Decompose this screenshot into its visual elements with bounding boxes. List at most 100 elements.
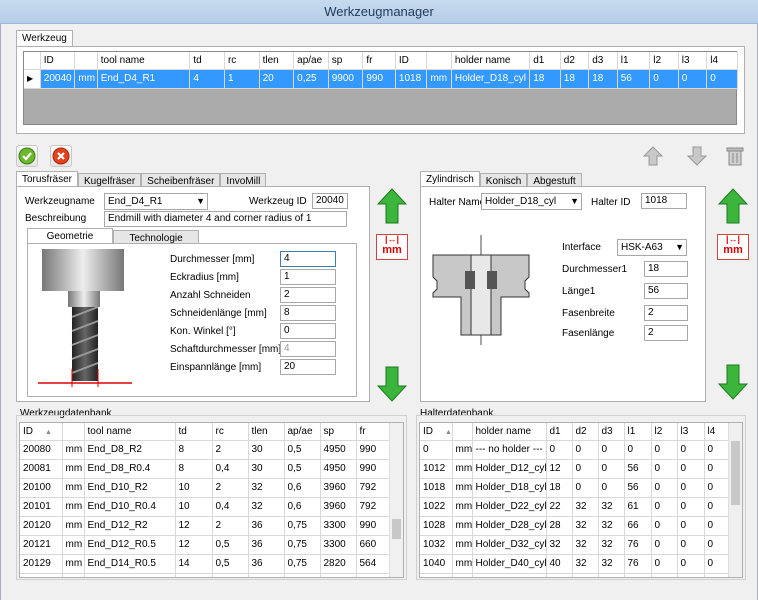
holder-db-col-header[interactable]: l4 xyxy=(704,423,731,441)
holder-db-scroll-thumb[interactable] xyxy=(731,441,740,505)
cancel-button[interactable] xyxy=(50,145,72,167)
tool-db-col-header[interactable]: tlen xyxy=(248,423,285,441)
move-down-button[interactable] xyxy=(686,145,708,167)
tool-db-scrollbar[interactable] xyxy=(389,423,403,577)
holder-db-row[interactable]: 1032 mm Holder_D32_cyl 32 32 32 76 0 0 0 xyxy=(420,535,731,555)
holder-type-tab[interactable]: Zylindrisch xyxy=(420,171,480,187)
holder-name-select[interactable]: Holder_D18_cyl ▼ xyxy=(481,193,582,210)
holder-db-row[interactable]: 1041mmHolder_D4040323266000 xyxy=(420,573,731,577)
holder-db-row[interactable]: 1012 mm Holder_D12_cyl 12 0 0 56 0 0 0 xyxy=(420,459,731,479)
top-grid-col-header[interactable]: rc xyxy=(224,52,260,70)
holder-db-col-header[interactable] xyxy=(452,423,473,441)
top-grid-cell[interactable]: mm xyxy=(426,69,452,89)
tool-type-tab[interactable]: Torusfräser xyxy=(16,171,79,187)
interface-select[interactable]: HSK-A63 ▼ xyxy=(617,239,687,256)
top-grid-col-header[interactable]: l1 xyxy=(617,52,651,70)
tool-db-col-header[interactable]: tool name xyxy=(84,423,176,441)
top-grid-col-header[interactable]: d1 xyxy=(529,52,561,70)
tool-type-tab[interactable]: InvoMill xyxy=(220,173,267,187)
tool-type-tab[interactable]: Kugelfräser xyxy=(78,173,142,187)
top-grid-col-header[interactable]: l2 xyxy=(649,52,679,70)
top-grid-col-header[interactable]: holder name xyxy=(451,52,531,70)
holder-load-down-button[interactable] xyxy=(717,363,749,401)
top-grid-col-header[interactable] xyxy=(74,52,98,70)
top-grid-col-header[interactable]: fr xyxy=(362,52,396,70)
top-grid-cell[interactable]: 990 xyxy=(362,69,396,89)
tool-db-col-header[interactable]: td xyxy=(175,423,213,441)
top-grid-col-header[interactable]: td xyxy=(189,52,225,70)
holder-db-col-header[interactable]: l2 xyxy=(651,423,678,441)
tool-field-input[interactable]: 1 xyxy=(280,269,336,285)
top-grid-cell[interactable]: 9900 xyxy=(328,69,364,89)
top-grid-cell[interactable]: Holder_D18_cyl xyxy=(451,69,531,89)
tool-name-select[interactable]: End_D4_R1 ▼ xyxy=(104,193,208,210)
top-grid-cell[interactable]: 0 xyxy=(706,69,738,89)
tool-db-row[interactable]: 20120 mm End_D12_R2 12 2 36 0,75 3300 990 xyxy=(20,516,392,536)
holder-field-input[interactable]: 18 xyxy=(644,261,688,277)
tool-field-input[interactable]: 0 xyxy=(280,323,336,339)
tool-save-up-button[interactable] xyxy=(376,187,408,225)
tool-db-row[interactable]: 20080 mm End_D8_R2 8 2 30 0,5 4950 990 xyxy=(20,440,392,460)
tool-db-col-header[interactable] xyxy=(62,423,85,441)
holder-field-input[interactable]: 2 xyxy=(644,305,688,321)
top-grid-col-header[interactable]: ap/ae xyxy=(293,52,329,70)
tool-db-row[interactable]: 20160mmEnd_D16_R2162510,824801240 xyxy=(20,573,392,577)
move-up-button[interactable] xyxy=(642,145,664,167)
holder-save-up-button[interactable] xyxy=(717,187,749,225)
tab-werkzeug[interactable]: Werkzeug xyxy=(16,30,73,46)
holder-id-field[interactable]: 1018 xyxy=(641,193,687,209)
top-grid-cell[interactable]: mm xyxy=(74,69,98,89)
top-grid-cell[interactable]: 20040 xyxy=(40,69,76,89)
tool-db-row[interactable]: 20081 mm End_D8_R0.4 8 0,4 30 0,5 4950 990 xyxy=(20,459,392,479)
holder-field-input[interactable]: 56 xyxy=(644,283,688,299)
holder-db-row[interactable]: 1028 mm Holder_D28_cyl 28 32 32 66 0 0 0 xyxy=(420,516,731,536)
top-grid-col-header[interactable]: l4 xyxy=(706,52,738,70)
top-grid-col-header[interactable]: l3 xyxy=(678,52,708,70)
holder-db-col-header[interactable]: d2 xyxy=(572,423,599,441)
tool-db-row[interactable]: 20101 mm End_D10_R0.4 10 0,4 32 0,6 3960 792 xyxy=(20,497,392,517)
tool-db-row[interactable]: 20129 mm End_D14_R0.5 14 0,5 36 0,75 2820 564 xyxy=(20,554,392,574)
tool-field-input[interactable]: 20 xyxy=(280,359,336,375)
holder-db-row[interactable]: 1018 mm Holder_D18_cyl 18 0 0 56 0 0 0 xyxy=(420,478,731,498)
tool-load-down-button[interactable] xyxy=(376,365,408,403)
holder-mm-button[interactable]: |↔| mm xyxy=(717,234,749,260)
tool-field-input[interactable]: 2 xyxy=(280,287,336,303)
holder-field-input[interactable]: 2 xyxy=(644,325,688,341)
tool-db-row[interactable]: 20100 mm End_D10_R2 10 2 32 0,6 3960 792 xyxy=(20,478,392,498)
top-grid-col-header[interactable]: ID xyxy=(395,52,428,70)
description-field[interactable]: Endmill with diameter 4 and corner radiu… xyxy=(104,211,347,227)
tool-db-col-header[interactable]: ID ▲ xyxy=(20,423,63,441)
top-grid-cell[interactable]: 1018 xyxy=(395,69,428,89)
holder-db-col-header[interactable]: d3 xyxy=(598,423,625,441)
top-grid-cell[interactable]: 4 xyxy=(189,69,225,89)
delete-button[interactable] xyxy=(724,145,746,167)
holder-db-col-header[interactable]: ID ▲ xyxy=(420,423,453,441)
top-grid-cell[interactable]: 0,25 xyxy=(293,69,329,89)
top-grid-col-header[interactable]: ID xyxy=(40,52,76,70)
geometry-sub-tab[interactable]: Technologie xyxy=(113,230,199,244)
tool-field-input[interactable]: 4 xyxy=(280,341,336,357)
tool-field-input[interactable]: 8 xyxy=(280,305,336,321)
holder-db-row[interactable]: 0 mm --- no holder --- 0 0 0 0 0 0 0 xyxy=(420,440,731,460)
holder-db-scrollbar[interactable] xyxy=(728,423,742,577)
top-grid-cell[interactable]: 20 xyxy=(259,69,295,89)
tool-field-input[interactable]: 4 xyxy=(280,251,336,267)
top-grid-cell[interactable]: 56 xyxy=(617,69,651,89)
top-grid-cell[interactable]: 18 xyxy=(588,69,618,89)
tool-db-col-header[interactable]: sp xyxy=(320,423,357,441)
tool-db-col-header[interactable]: fr xyxy=(356,423,392,441)
holder-db-row[interactable]: 1022 mm Holder_D22_cyl 22 32 32 61 0 0 0 xyxy=(420,497,731,517)
tool-db-col-header[interactable]: rc xyxy=(212,423,249,441)
top-grid-col-header[interactable] xyxy=(426,52,452,70)
geometry-sub-tab[interactable]: Geometrie xyxy=(27,228,113,244)
top-grid-cell[interactable]: 0 xyxy=(649,69,679,89)
top-grid-cell[interactable]: 18 xyxy=(560,69,590,89)
holder-db-col-header[interactable]: d1 xyxy=(546,423,573,441)
tool-db-row[interactable]: 20121 mm End_D12_R0.5 12 0,5 36 0,75 3300 660 xyxy=(20,535,392,555)
tool-type-tab[interactable]: Scheibenfräser xyxy=(141,173,221,187)
holder-db-col-header[interactable]: l3 xyxy=(677,423,705,441)
top-grid-col-header[interactable]: d3 xyxy=(588,52,618,70)
tool-id-field[interactable]: 20040 xyxy=(312,193,348,209)
top-grid-col-header[interactable]: d2 xyxy=(560,52,590,70)
holder-db-row[interactable]: 1040 mm Holder_D40_cyl 40 32 32 76 0 0 0 xyxy=(420,554,731,574)
